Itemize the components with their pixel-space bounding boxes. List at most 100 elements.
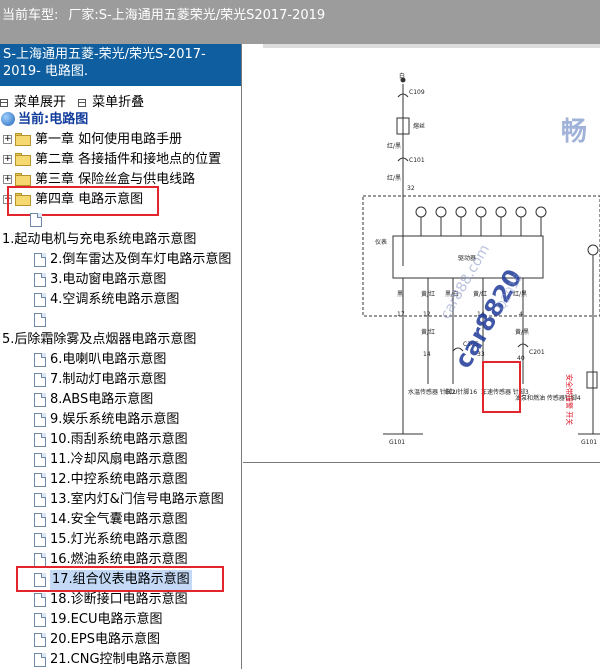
folder-icon bbox=[15, 153, 31, 166]
document-icon bbox=[34, 393, 46, 407]
label-wire-2: 黄/红 bbox=[421, 290, 435, 298]
chapter-label: 第二章 各接插件和接地点的位置 bbox=[35, 152, 222, 167]
item-label: 1.起动电机与充电系统电路示意图 bbox=[2, 232, 197, 247]
label-instrument: 仪表 bbox=[375, 238, 387, 246]
label-g101-b: G101 bbox=[581, 439, 597, 446]
item-label: 7.制动灯电路示意图 bbox=[50, 372, 167, 387]
tree-leaf-empty[interactable] bbox=[0, 210, 240, 230]
circuit-diagram: 白 C109 熔丝 红/黑 C101 红/黑 32 仪表 驱动器 黑 黄/红 黑… bbox=[263, 44, 600, 446]
tree-item-10[interactable]: 10.雨刮系统电路示意图 bbox=[0, 430, 240, 450]
document-icon bbox=[34, 293, 46, 307]
diagram-highlight-box bbox=[482, 361, 521, 413]
label-white: 白 bbox=[399, 72, 405, 80]
globe-icon bbox=[1, 112, 15, 126]
label-red-black-2: 红/黑 bbox=[387, 174, 401, 182]
current-model-label: 当前车型: bbox=[2, 8, 59, 23]
document-icon bbox=[34, 593, 46, 607]
tree-chapter-2[interactable]: + 第二章 各接插件和接地点的位置 bbox=[0, 150, 240, 170]
diagram-top-bar bbox=[263, 44, 600, 48]
item-label: 5.后除霜除雾及点烟器电路示意图 bbox=[2, 332, 197, 347]
title-bar: 当前车型: 厂家:S-上海通用五菱荣光/荣光S2017-2019 bbox=[0, 0, 600, 44]
menu-collapse-label: 菜单折叠 bbox=[92, 95, 145, 110]
tree-item-7[interactable]: 7.制动灯电路示意图 bbox=[0, 370, 240, 390]
tree-item-1[interactable]: 1.起动电机与充电系统电路示意图 bbox=[0, 230, 240, 250]
label-wire-1: 黑 bbox=[397, 291, 403, 298]
diagram-pane: 白 C109 熔丝 红/黑 C101 红/黑 32 仪表 驱动器 黑 黄/红 黑… bbox=[243, 44, 600, 669]
tree-root-label: 当前:电路图 bbox=[18, 112, 89, 127]
label-pin14b: 14 bbox=[423, 351, 431, 358]
menu-expand-button[interactable]: 菜单展开 bbox=[0, 91, 66, 110]
current-model-value: 厂家:S-上海通用五菱荣光/荣光S2017-2019 bbox=[68, 8, 326, 23]
tree-item-19[interactable]: 19.ECU电路示意图 bbox=[0, 610, 240, 630]
tree-item-4[interactable]: 4.空调系统电路示意图 bbox=[0, 290, 240, 310]
item-label: 4.空调系统电路示意图 bbox=[50, 292, 180, 307]
document-icon bbox=[34, 653, 46, 667]
document-icon bbox=[34, 613, 46, 627]
tree-item-15[interactable]: 15.灯光系统电路示意图 bbox=[0, 530, 240, 550]
label-c109: C109 bbox=[409, 89, 425, 96]
item-label: 3.电动窗电路示意图 bbox=[50, 272, 167, 287]
label-fuse: 熔丝 bbox=[413, 122, 425, 130]
tree-item-13[interactable]: 13.室内灯&门信号电路示意图 bbox=[0, 490, 240, 510]
expand-plus-icon[interactable]: + bbox=[3, 155, 12, 164]
menu-expand-label: 菜单展开 bbox=[14, 95, 67, 110]
item-label: 14.安全气囊电路示意图 bbox=[50, 512, 188, 527]
tree-item-20[interactable]: 20.EPS电路示意图 bbox=[0, 630, 240, 650]
document-icon bbox=[34, 513, 46, 527]
tree-chapter-1[interactable]: + 第一章 如何使用电路手册 bbox=[0, 130, 240, 150]
label-pin17: 17 bbox=[397, 311, 405, 318]
tree-item-6[interactable]: 6.电喇叭电路示意图 bbox=[0, 350, 240, 370]
expand-icon bbox=[0, 98, 8, 107]
item-label: 2.倒车雷达及倒车灯电路示意图 bbox=[50, 252, 232, 267]
tree-item-8[interactable]: 8.ABS电路示意图 bbox=[0, 390, 240, 410]
watermark-char: 畅 bbox=[561, 117, 587, 147]
item-label: 8.ABS电路示意图 bbox=[50, 392, 154, 407]
folder-icon bbox=[15, 173, 31, 186]
tree-item-18[interactable]: 18.诊断接口电路示意图 bbox=[0, 590, 240, 610]
tree-item-11[interactable]: 11.冷却风扇电路示意图 bbox=[0, 450, 240, 470]
label-c101: C101 bbox=[409, 157, 425, 164]
navigation-pane: S-上海通用五菱-荣光/荣光S-2017-2019- 电路图. 菜单展开 菜单折… bbox=[0, 44, 242, 669]
item-label: 6.电喇叭电路示意图 bbox=[50, 352, 167, 367]
tree-item-5[interactable]: 5.后除霜除雾及点烟器电路示意图 bbox=[0, 330, 240, 350]
item-label: 10.雨刮系统电路示意图 bbox=[50, 432, 188, 447]
label-pin40: 40 bbox=[517, 355, 525, 362]
item-label: 12.中控系统电路示意图 bbox=[50, 472, 188, 487]
label-pin32: 32 bbox=[407, 185, 415, 192]
document-icon bbox=[30, 213, 42, 227]
tree-item-12[interactable]: 12.中控系统电路示意图 bbox=[0, 470, 240, 490]
document-icon bbox=[34, 473, 46, 487]
label-red-black-1: 红/黑 bbox=[387, 142, 401, 150]
document-icon bbox=[34, 353, 46, 367]
expand-plus-icon[interactable]: + bbox=[3, 135, 12, 144]
label-wire-6: 黄/红 bbox=[421, 328, 435, 336]
diagram-separator bbox=[243, 462, 600, 463]
tree-item-21[interactable]: 21.CNG控制电路示意图 bbox=[0, 650, 240, 669]
tree-root[interactable]: 当前:电路图 bbox=[0, 110, 240, 130]
tree-item-9[interactable]: 9.娱乐系统电路示意图 bbox=[0, 410, 240, 430]
label-wire-7: 黄/黑 bbox=[515, 328, 529, 336]
tree-item-2[interactable]: 2.倒车雷达及倒车灯电路示意图 bbox=[0, 250, 240, 270]
collapse-icon bbox=[78, 98, 87, 107]
document-icon bbox=[34, 493, 46, 507]
menu-collapse-button[interactable]: 菜单折叠 bbox=[78, 91, 144, 110]
tree-leaf-empty-2[interactable] bbox=[0, 310, 240, 330]
document-icon bbox=[34, 433, 46, 447]
highlight-box-item bbox=[16, 566, 224, 592]
label-pin12: 12 bbox=[423, 311, 431, 318]
label-pin4: 4 bbox=[519, 311, 523, 318]
document-icon bbox=[34, 413, 46, 427]
document-icon bbox=[34, 313, 46, 327]
item-label: 15.灯光系统电路示意图 bbox=[50, 532, 188, 547]
document-icon bbox=[34, 453, 46, 467]
tree-item-14[interactable]: 14.安全气囊电路示意图 bbox=[0, 510, 240, 530]
item-label: 18.诊断接口电路示意图 bbox=[50, 592, 188, 607]
document-icon bbox=[34, 273, 46, 287]
folder-icon bbox=[15, 133, 31, 146]
document-icon bbox=[34, 553, 46, 567]
expand-plus-icon[interactable]: + bbox=[3, 175, 12, 184]
document-icon bbox=[34, 373, 46, 387]
item-label: 19.ECU电路示意图 bbox=[50, 612, 163, 627]
tree-item-3[interactable]: 3.电动窗电路示意图 bbox=[0, 270, 240, 290]
item-label: 20.EPS电路示意图 bbox=[50, 632, 160, 647]
